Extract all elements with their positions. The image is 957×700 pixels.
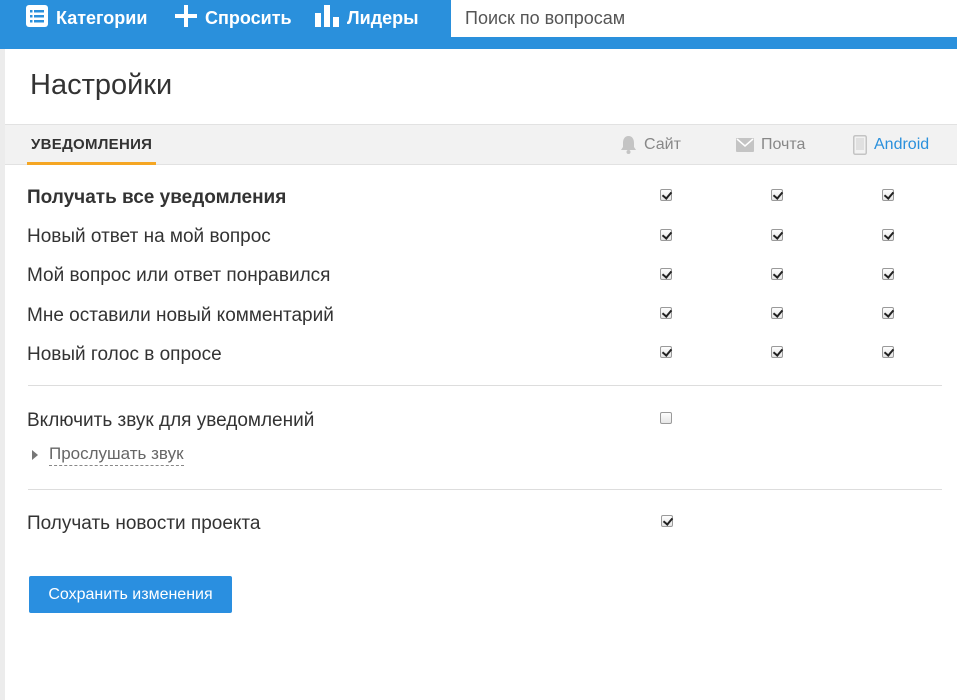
checkbox-new-answer-android[interactable] <box>882 229 895 241</box>
search-box <box>451 0 957 37</box>
nav-ask-label: Спросить <box>205 8 292 28</box>
bar-chart-icon <box>315 5 339 32</box>
row-comment-label: Мне оставили новый комментарий <box>27 305 334 326</box>
nav-leaders[interactable]: Лидеры <box>315 0 419 37</box>
nav-categories[interactable]: Категории <box>26 0 147 37</box>
top-navigation-bar: Категории Спросить Лидеры <box>0 0 957 49</box>
nav-ask[interactable]: Спросить <box>175 0 292 37</box>
divider <box>28 489 942 490</box>
checkbox-comment-mail[interactable] <box>771 307 784 319</box>
list-icon <box>26 5 48 32</box>
channel-site: Сайт <box>620 125 681 164</box>
checkbox-poll-vote-android[interactable] <box>882 346 895 358</box>
envelope-icon <box>736 137 754 152</box>
row-new-answer-label: Новый ответ на мой вопрос <box>27 226 271 247</box>
search-input[interactable] <box>463 7 957 30</box>
channel-mail-label: Почта <box>761 135 806 153</box>
checkbox-all-mail[interactable] <box>771 189 784 201</box>
nav-leaders-label: Лидеры <box>347 8 419 28</box>
checkbox-sound[interactable] <box>660 412 672 424</box>
checkbox-poll-vote-site[interactable] <box>660 346 673 358</box>
checkbox-comment-site[interactable] <box>660 307 673 319</box>
phone-icon <box>853 134 867 155</box>
bell-icon <box>621 135 636 154</box>
checkbox-comment-android[interactable] <box>882 307 895 319</box>
checkbox-liked-android[interactable] <box>882 268 895 280</box>
sound-label: Включить звук для уведомлений <box>27 410 315 431</box>
news-label: Получать новости проекта <box>27 513 261 534</box>
channel-android-label: Android <box>874 135 930 153</box>
triangle-right-icon <box>32 450 38 460</box>
checkbox-all-site[interactable] <box>660 189 673 201</box>
listen-sound-label: Прослушать звук <box>49 444 184 466</box>
nav-categories-label: Категории <box>56 8 148 28</box>
channel-site-label: Сайт <box>644 135 681 153</box>
channel-mail: Почта <box>736 125 805 164</box>
tab-notifications[interactable]: УВЕДОМЛЕНИЯ <box>27 125 157 165</box>
settings-panel: Настройки УВЕДОМЛЕНИЯ Сайт Почта Android <box>5 49 957 700</box>
checkbox-poll-vote-mail[interactable] <box>771 346 784 358</box>
checkbox-new-answer-mail[interactable] <box>771 229 784 241</box>
checkbox-liked-site[interactable] <box>660 268 673 280</box>
divider <box>28 385 942 386</box>
row-liked-label: Мой вопрос или ответ понравился <box>27 265 331 286</box>
checkbox-news[interactable] <box>661 515 674 527</box>
save-changes-button[interactable]: Сохранить изменения <box>29 576 232 613</box>
channel-android: Android <box>853 125 929 164</box>
tab-bar: УВЕДОМЛЕНИЯ Сайт Почта Android <box>5 124 957 165</box>
page-title: Настройки <box>30 69 173 101</box>
plus-icon <box>175 5 197 32</box>
row-all-notifications-label: Получать все уведомления <box>27 187 287 208</box>
checkbox-all-android[interactable] <box>882 189 895 201</box>
listen-sound-link[interactable]: Прослушать звук <box>32 444 184 466</box>
checkbox-new-answer-site[interactable] <box>660 229 673 241</box>
row-poll-vote-label: Новый голос в опросе <box>27 344 222 365</box>
checkbox-liked-mail[interactable] <box>771 268 784 280</box>
